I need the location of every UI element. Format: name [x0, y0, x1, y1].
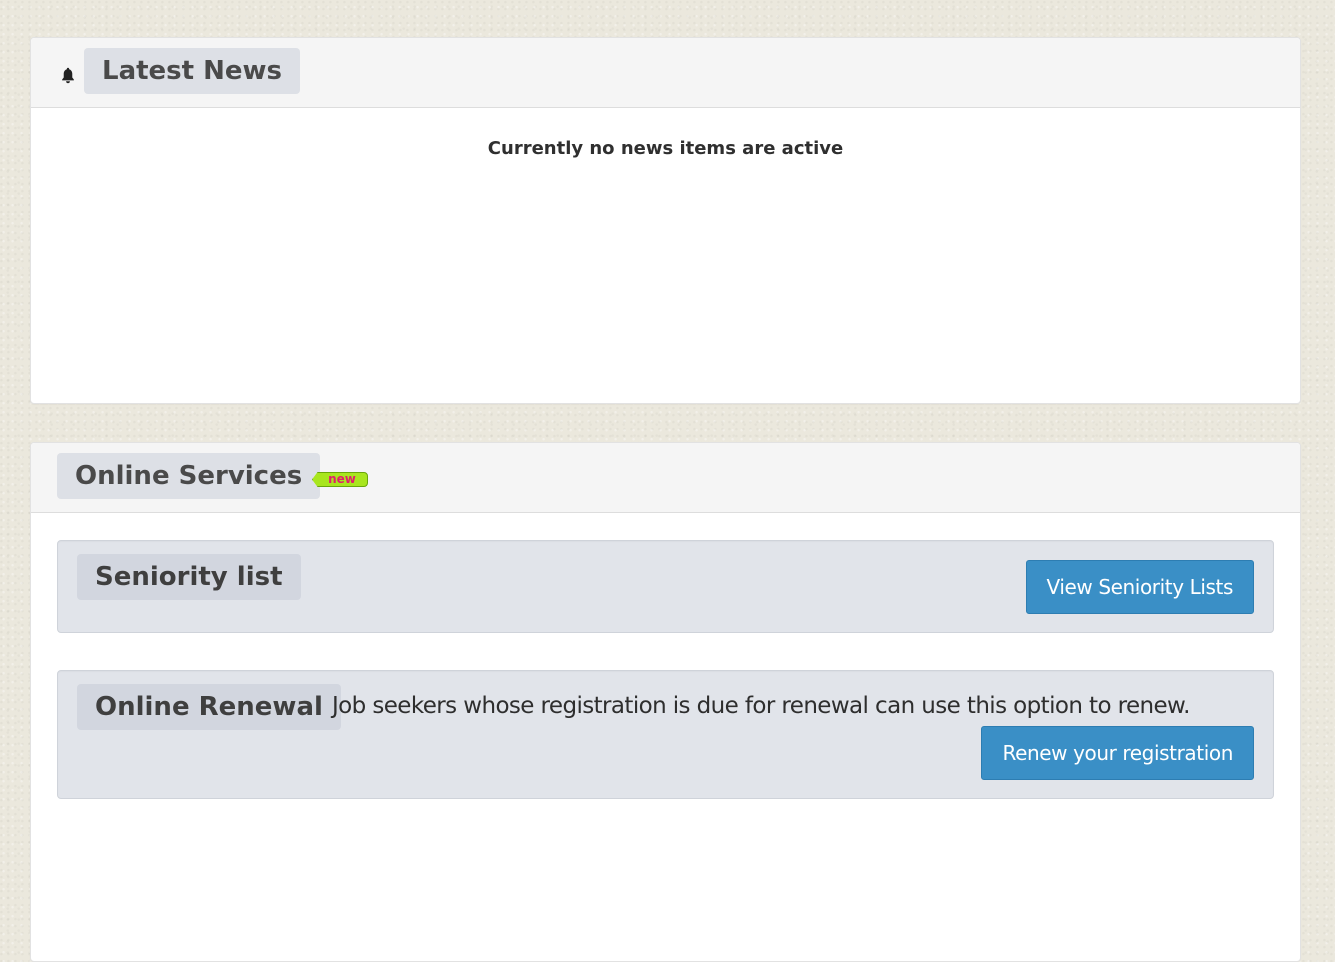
- online-services-panel: Online Services new Seniority list View …: [30, 442, 1301, 962]
- online-renewal-description: Job seekers whose registration is due fo…: [332, 693, 1190, 719]
- seniority-list-title: Seniority list: [77, 554, 301, 600]
- online-services-heading: Online Services new: [31, 443, 1300, 513]
- bell-icon: [62, 67, 74, 84]
- online-renewal-title: Online Renewal: [77, 684, 341, 730]
- latest-news-title: Latest News: [84, 48, 301, 94]
- latest-news-heading: Latest News: [31, 38, 1300, 108]
- latest-news-panel: Latest News Currently no news items are …: [30, 37, 1301, 404]
- online-renewal-section: Online Renewal Job seekers whose registr…: [57, 670, 1274, 799]
- view-seniority-lists-button[interactable]: View Seniority Lists: [1025, 560, 1254, 614]
- empty-news-message: Currently no news items are active: [487, 138, 844, 159]
- renew-registration-button[interactable]: Renew your registration: [981, 726, 1254, 780]
- new-badge: new: [312, 472, 368, 487]
- seniority-list-section: Seniority list View Seniority Lists: [57, 540, 1274, 633]
- online-services-title: Online Services: [57, 453, 321, 499]
